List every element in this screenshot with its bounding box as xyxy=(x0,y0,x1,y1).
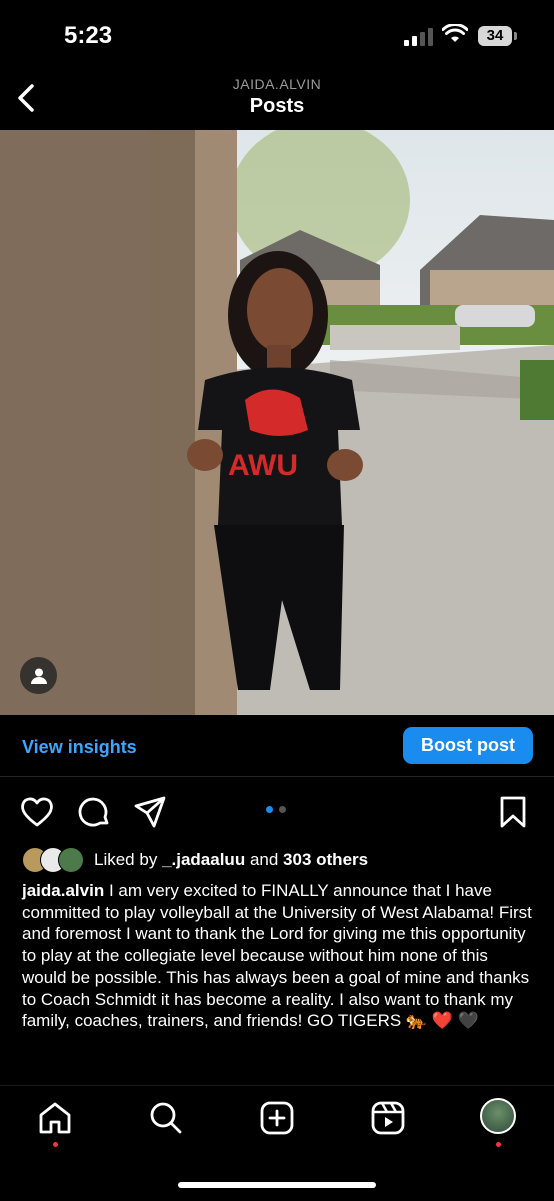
home-notification-dot xyxy=(53,1142,58,1147)
search-icon[interactable] xyxy=(148,1100,184,1136)
profile-notification-dot xyxy=(496,1142,501,1147)
liker-avatar xyxy=(58,847,84,873)
likes-summary[interactable]: Liked by _.jadaaluu and 303 others xyxy=(22,847,368,873)
boost-post-button[interactable]: Boost post xyxy=(403,727,533,764)
header-username: JAIDA.ALVIN xyxy=(232,76,322,92)
heart-icon[interactable] xyxy=(19,794,55,830)
create-icon[interactable] xyxy=(259,1100,295,1136)
bookmark-icon[interactable] xyxy=(495,794,531,830)
profile-avatar[interactable] xyxy=(480,1098,516,1134)
tagged-users-button[interactable] xyxy=(20,657,57,694)
reels-icon[interactable] xyxy=(370,1100,406,1136)
battery-icon: 34 xyxy=(478,26,517,46)
post-image[interactable]: AWU xyxy=(0,130,554,715)
shirt-logo-text: AWU xyxy=(228,449,298,482)
comment-icon[interactable] xyxy=(76,794,112,830)
liked-by-others[interactable]: 303 others xyxy=(283,850,368,870)
home-icon[interactable] xyxy=(37,1100,73,1136)
caption-username[interactable]: jaida.alvin xyxy=(22,881,104,900)
carousel-dot-active xyxy=(266,806,273,813)
carousel-indicator xyxy=(266,806,286,813)
insights-row: View insights Boost post xyxy=(0,715,554,777)
status-time: 5:23 xyxy=(64,22,113,49)
bottom-tab-bar xyxy=(0,1085,554,1201)
share-icon[interactable] xyxy=(132,794,168,830)
liked-by-and: and xyxy=(249,850,279,869)
carousel-dot xyxy=(279,806,286,813)
user-icon xyxy=(30,668,47,684)
liked-by-user[interactable]: _.jadaaluu xyxy=(162,850,245,870)
post-caption: jaida.alvin I am very excited to FINALLY… xyxy=(22,880,537,1032)
page-title: Posts xyxy=(249,95,305,117)
wifi-icon xyxy=(442,24,468,42)
caption-text: I am very excited to FINALLY announce th… xyxy=(22,881,532,1031)
liker-avatars xyxy=(22,847,86,873)
post-photo-illustration: AWU xyxy=(0,130,554,715)
liked-by-prefix: Liked by xyxy=(94,850,158,869)
status-bar: 5:23 34 xyxy=(0,0,554,70)
signal-icon xyxy=(404,28,433,46)
home-indicator xyxy=(178,1182,376,1188)
post-actions xyxy=(0,790,554,836)
page-header: JAIDA.ALVIN Posts xyxy=(0,70,554,130)
view-insights-link[interactable]: View insights xyxy=(22,737,137,758)
